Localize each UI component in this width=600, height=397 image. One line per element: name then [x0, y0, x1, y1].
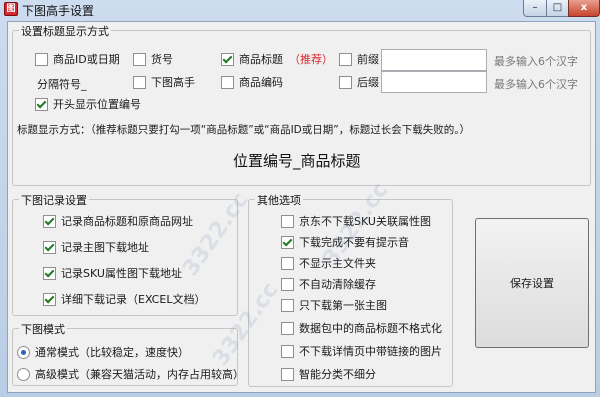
title-display-group: 设置标题显示方式 商品ID或日期 货号 商品标题 （推荐） 前缀 最多输入6个汉…: [12, 23, 591, 186]
prefix-checkbox[interactable]: 前缀: [339, 52, 379, 66]
title-display-legend: 设置标题显示方式: [19, 23, 111, 39]
checkbox-label: 开头显示位置编号: [53, 98, 141, 111]
other-option-checkbox[interactable]: 京东不下载SKU关联属性图: [281, 214, 431, 228]
record-settings-group: 下图记录设置 记录商品标题和原商品网址 记录主图下载地址 记录SKU属性图下载地…: [12, 192, 238, 316]
minimize-button[interactable]: –: [523, 0, 547, 17]
other-options-group: 其他选项 京东不下载SKU关联属性图 下载完成不要有提示音 不显示主文件夹 不自…: [248, 192, 453, 387]
download-master-checkbox[interactable]: 下图高手: [133, 75, 195, 89]
radio-label: 高级模式（兼容天猫活动，内存占用较高）: [35, 368, 244, 381]
download-mode-legend: 下图模式: [19, 321, 67, 337]
checkbox-label: 记录主图下载地址: [61, 241, 149, 254]
checkbox-label: 智能分类不细分: [299, 368, 376, 381]
checkbox-box: [281, 214, 294, 228]
checkbox-box: [133, 75, 146, 89]
suffix-hint: 最多输入6个汉字: [494, 78, 578, 91]
record-item-checkbox[interactable]: 记录SKU属性图下载地址: [43, 266, 182, 280]
checkbox-box: [35, 52, 48, 66]
item-no-checkbox[interactable]: 货号: [133, 52, 173, 66]
checkbox-label: 下图高手: [151, 76, 195, 89]
radio-dot: [17, 367, 30, 381]
title-bar[interactable]: 图 下图高手设置 – □ x: [0, 0, 600, 18]
checkbox-box: [281, 344, 294, 358]
title-preview: 位置编号_商品标题: [233, 152, 361, 170]
other-options-legend: 其他选项: [255, 192, 303, 208]
record-item-checkbox[interactable]: 记录商品标题和原商品网址: [43, 214, 193, 228]
settings-window: 图 下图高手设置 – □ x 设置标题显示方式 商品ID或日期 货号 商品标题 …: [0, 0, 600, 397]
open-display-checkbox[interactable]: 开头显示位置编号: [35, 97, 141, 111]
checkbox-box: [339, 75, 352, 89]
checkbox-box: [281, 256, 294, 270]
save-settings-button[interactable]: 保存设置: [475, 218, 589, 348]
checkbox-label: 商品标题: [239, 53, 283, 66]
checkbox-box: [43, 266, 56, 280]
radio-label: 通常模式（比较稳定，速度快）: [35, 346, 189, 359]
separator-label: 分隔符号_: [37, 78, 87, 91]
checkbox-box: [133, 52, 146, 66]
prefix-hint: 最多输入6个汉字: [494, 55, 578, 68]
other-option-checkbox[interactable]: 不下载详情页中带链接的图片: [281, 344, 442, 358]
other-option-checkbox[interactable]: 不显示主文件夹: [281, 256, 376, 270]
other-option-checkbox[interactable]: 只下载第一张主图: [281, 298, 387, 312]
other-option-checkbox[interactable]: 数据包中的商品标题不格式化: [281, 321, 442, 335]
checkbox-label: 记录SKU属性图下载地址: [61, 267, 182, 280]
checkbox-box: [281, 298, 294, 312]
product-title-checkbox[interactable]: 商品标题 （推荐）: [221, 52, 333, 66]
record-item-checkbox[interactable]: 详细下载记录（EXCEL文档）: [43, 292, 205, 306]
product-code-checkbox[interactable]: 商品编码: [221, 75, 283, 89]
checkbox-box: [281, 321, 294, 335]
save-settings-label: 保存设置: [510, 277, 554, 290]
other-option-checkbox[interactable]: 不自动清除缓存: [281, 277, 376, 291]
product-id-checkbox[interactable]: 商品ID或日期: [35, 52, 120, 66]
checkbox-box: [221, 52, 234, 66]
other-option-checkbox[interactable]: 智能分类不细分: [281, 367, 376, 381]
checkbox-box: [281, 277, 294, 291]
normal-mode-radio[interactable]: 通常模式（比较稳定，速度快）: [17, 345, 189, 359]
checkbox-label: 详细下载记录（EXCEL文档）: [61, 293, 206, 306]
checkbox-label: 不显示主文件夹: [299, 257, 376, 270]
checkbox-box: [43, 292, 56, 306]
record-item-checkbox[interactable]: 记录主图下载地址: [43, 240, 149, 254]
checkbox-label: 前缀: [357, 53, 379, 66]
checkbox-label: 只下载第一张主图: [299, 299, 387, 312]
checkbox-box: [43, 240, 56, 254]
checkbox-label: 不自动清除缓存: [299, 278, 376, 291]
download-mode-group: 下图模式 通常模式（比较稳定，速度快） 高级模式（兼容天猫活动，内存占用较高）: [12, 321, 244, 386]
checkbox-label: 数据包中的商品标题不格式化: [299, 322, 442, 335]
title-display-desc: 标题显示方式：（推荐标题只要打勾一项“商品标题”或“商品ID或日期”，标题过长会…: [17, 124, 470, 136]
suffix-input[interactable]: [381, 71, 487, 93]
app-icon: 图: [4, 2, 18, 16]
record-settings-legend: 下图记录设置: [19, 192, 89, 208]
checkbox-label: 商品ID或日期: [53, 53, 120, 66]
checkbox-box: [281, 367, 294, 381]
checkbox-box: [281, 235, 294, 249]
suffix-checkbox[interactable]: 后缀: [339, 75, 379, 89]
checkbox-box: [221, 75, 234, 89]
window-title: 下图高手设置: [22, 4, 95, 18]
checkbox-label: 货号: [151, 53, 173, 66]
checkbox-label: 下载完成不要有提示音: [299, 236, 409, 249]
radio-dot: [17, 345, 30, 359]
checkbox-label: 后缀: [357, 76, 379, 89]
checkbox-box: [339, 52, 352, 66]
close-button[interactable]: x: [568, 0, 600, 17]
other-option-checkbox[interactable]: 下载完成不要有提示音: [281, 235, 409, 249]
advanced-mode-radio[interactable]: 高级模式（兼容天猫活动，内存占用较高）: [17, 367, 244, 381]
maximize-button[interactable]: □: [546, 0, 569, 17]
client-area: 设置标题显示方式 商品ID或日期 货号 商品标题 （推荐） 前缀 最多输入6个汉…: [7, 21, 596, 393]
checkbox-label: 不下载详情页中带链接的图片: [299, 345, 442, 358]
prefix-input[interactable]: [381, 49, 487, 71]
recommend-label: （推荐）: [289, 53, 333, 66]
checkbox-label: 商品编码: [239, 76, 283, 89]
checkbox-label: 京东不下载SKU关联属性图: [299, 215, 431, 228]
checkbox-box: [43, 214, 56, 228]
checkbox-box: [35, 97, 48, 111]
checkbox-label: 记录商品标题和原商品网址: [61, 215, 193, 228]
